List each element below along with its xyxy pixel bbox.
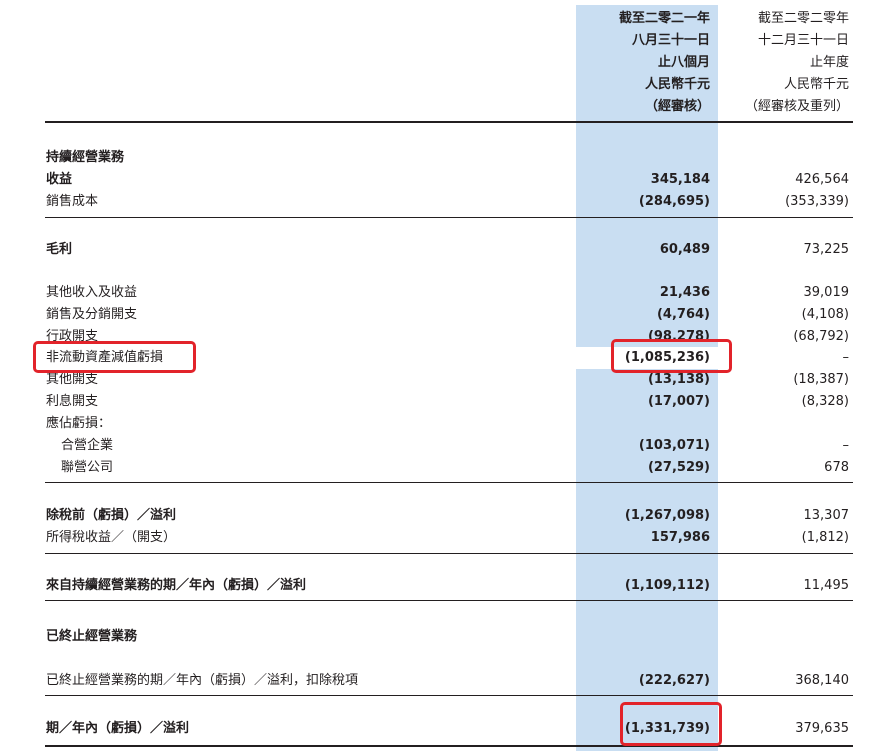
- header-prior-period: 截至二零二零年 十二月三十一日 止年度 人民幣千元 （經審核及重列）: [745, 8, 849, 118]
- prior-value: (353,339): [785, 194, 849, 209]
- prior-value: 678: [824, 460, 849, 475]
- table-row: 毛利 60,489 73,225: [0, 239, 893, 261]
- current-value: (1,267,098): [624, 508, 710, 523]
- row-divider: [45, 695, 853, 696]
- current-value: (284,695): [638, 194, 710, 209]
- header-line: （經審核）: [644, 99, 710, 114]
- table-row: 合營企業 (103,071) –: [0, 435, 893, 457]
- table-row: 應佔虧損：: [0, 413, 893, 435]
- current-value: 21,436: [659, 285, 710, 300]
- highlight-box-total-value: [620, 702, 722, 746]
- table-row: 期／年內（虧損）／溢利 (1,331,739) 379,635: [0, 718, 893, 740]
- header-line: （經審核及重列）: [744, 99, 849, 114]
- header-line: 截至二零二一年: [618, 11, 710, 26]
- current-value: (27,529): [647, 460, 710, 475]
- current-value: 157,986: [650, 530, 710, 545]
- header-line: 人民幣千元: [783, 77, 849, 92]
- prior-value: 39,019: [803, 285, 850, 300]
- section-heading-discontinued: 已終止經營業務: [46, 629, 138, 644]
- header-line: 止年度: [809, 55, 849, 70]
- row-label: 期／年內（虧損）／溢利: [46, 721, 190, 736]
- prior-value: (1,812): [801, 530, 849, 545]
- prior-value: –: [842, 438, 850, 453]
- row-divider: [45, 482, 853, 483]
- header-current-period: 截至二零二一年 八月三十一日 止八個月 人民幣千元 （經審核）: [619, 8, 710, 118]
- header-line: 截至二零二零年: [757, 11, 849, 26]
- section-heading-continuing: 持續經營業務: [46, 150, 125, 165]
- current-value: 60,489: [659, 242, 710, 257]
- row-label: 毛利: [46, 242, 73, 257]
- table-row: 除稅前（虧損）／溢利 (1,267,098) 13,307: [0, 505, 893, 527]
- row-label: 銷售及分銷開支: [46, 307, 138, 322]
- table-row: 利息開支 (17,007) (8,328): [0, 391, 893, 413]
- row-label: 來自持續經營業務的期／年內（虧損）／溢利: [46, 578, 307, 593]
- highlight-box-impairment-value: [611, 339, 732, 373]
- table-row: 已終止經營業務的期／年內（虧損）／溢利，扣除稅項 (222,627) 368,1…: [0, 670, 893, 692]
- row-divider: [45, 217, 853, 218]
- table-row: 銷售及分銷開支 (4,764) (4,108): [0, 304, 893, 326]
- current-value: (103,071): [638, 438, 710, 453]
- row-label: 其他收入及收益: [46, 285, 138, 300]
- row-label: 收益: [46, 172, 73, 187]
- current-value: 345,184: [650, 172, 710, 187]
- prior-value: 73,225: [803, 242, 850, 257]
- table-row: 聯營公司 (27,529) 678: [0, 457, 893, 479]
- header-divider: [45, 121, 853, 123]
- row-label: 所得稅收益／（開支）: [46, 530, 177, 545]
- row-divider: [45, 600, 853, 601]
- current-value: (1,109,112): [624, 578, 710, 593]
- row-label: 銷售成本: [46, 194, 99, 209]
- table-row: 已終止經營業務: [0, 626, 893, 648]
- table-row: 其他收入及收益 21,436 39,019: [0, 282, 893, 304]
- prior-value: 13,307: [803, 508, 850, 523]
- prior-value: 379,635: [795, 721, 849, 736]
- row-label: 利息開支: [46, 394, 99, 409]
- row-label: 合營企業: [61, 438, 114, 453]
- prior-value: (8,328): [801, 394, 849, 409]
- table-row: 來自持續經營業務的期／年內（虧損）／溢利 (1,109,112) 11,495: [0, 575, 893, 597]
- row-label: 除稅前（虧損）／溢利: [46, 508, 177, 523]
- prior-value: (18,387): [793, 372, 849, 387]
- prior-value: –: [842, 350, 850, 365]
- row-label: 聯營公司: [61, 460, 114, 475]
- row-divider: [45, 553, 853, 554]
- table-row: 持續經營業務: [0, 147, 893, 169]
- header-line: 八月三十一日: [631, 33, 710, 48]
- bottom-rule: [45, 745, 853, 747]
- current-value: (17,007): [647, 394, 710, 409]
- row-label: 應佔虧損：: [46, 416, 112, 431]
- prior-value: 368,140: [795, 673, 849, 688]
- table-row: 收益 345,184 426,564: [0, 169, 893, 191]
- header-line: 止八個月: [657, 55, 710, 70]
- row-label: 已終止經營業務的期／年內（虧損）／溢利，扣除稅項: [46, 673, 359, 688]
- current-value: (4,764): [656, 307, 710, 322]
- prior-value: (68,792): [793, 329, 849, 344]
- table-row: 銷售成本 (284,695) (353,339): [0, 191, 893, 213]
- highlight-box-impairment-label: [33, 341, 196, 373]
- prior-value: (4,108): [801, 307, 849, 322]
- table-row: 所得稅收益／（開支） 157,986 (1,812): [0, 527, 893, 549]
- header-line: 十二月三十一日: [757, 33, 849, 48]
- prior-value: 11,495: [803, 578, 850, 593]
- current-value: (222,627): [638, 673, 710, 688]
- header-line: 人民幣千元: [644, 77, 710, 92]
- prior-value: 426,564: [795, 172, 849, 187]
